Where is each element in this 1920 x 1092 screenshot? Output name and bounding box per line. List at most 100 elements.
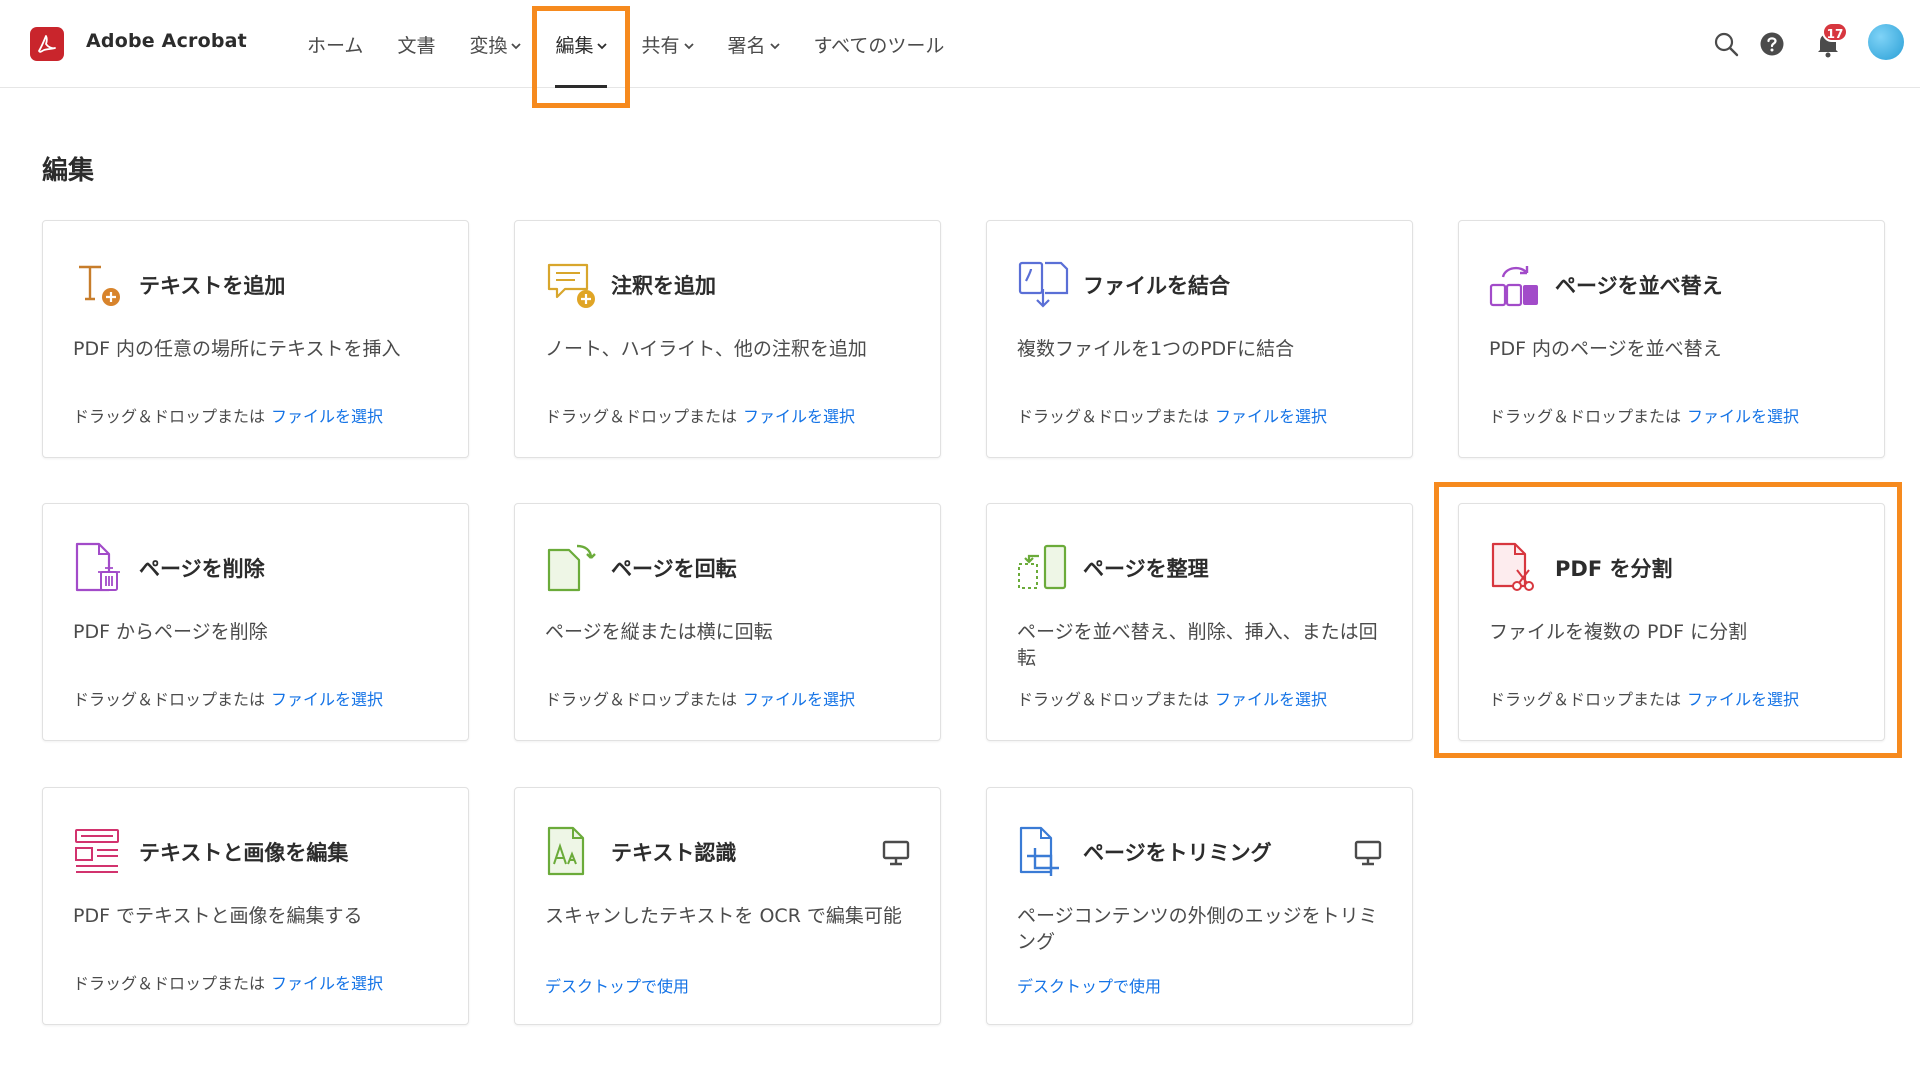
card-description: ファイルを複数の PDF に分割 (1489, 621, 1748, 643)
search-icon[interactable] (1712, 30, 1740, 58)
card-description: 複数ファイルを1つのPDFに結合 (1017, 338, 1295, 360)
drop-text: ドラッグ＆ドロップまたは (73, 407, 266, 426)
card-title: テキスト認識 (611, 841, 737, 865)
tool-card-add-text[interactable]: テキストを追加 PDF 内の任意の場所にテキストを挿入 ドラッグ＆ドロップまたは… (42, 220, 469, 458)
card-dropzone: ドラッグ＆ドロップまたは ファイルを選択 (73, 686, 383, 710)
nav-item-home[interactable]: ホーム (290, 0, 380, 88)
tool-card-combine-files[interactable]: ファイルを結合 複数ファイルを1つのPDFに結合 ドラッグ＆ドロップまたは ファイ… (986, 220, 1413, 458)
acrobat-logo-mark (38, 35, 56, 53)
card-title: ファイルを結合 (1083, 274, 1230, 298)
drop-text: ドラッグ＆ドロップまたは (1489, 690, 1682, 709)
card-title: テキストを追加 (139, 274, 286, 298)
add-comment-icon (545, 259, 597, 311)
tool-card-add-comment[interactable]: 注釈を追加 ノート、ハイライト、他の注釈を追加 ドラッグ＆ドロップまたは ファイル… (514, 220, 941, 458)
card-description: PDF でテキストと画像を編集する (73, 905, 363, 927)
select-file-link[interactable]: ファイルを選択 (743, 690, 855, 709)
card-description: PDF 内の任意の場所にテキストを挿入 (73, 338, 401, 360)
nav-item-label: 編集 (555, 34, 594, 57)
card-dropzone: ドラッグ＆ドロップまたは ファイルを選択 (545, 403, 855, 427)
main-nav: ホーム 文書 変換 編集 共有 署名 すべてのツール (290, 0, 961, 88)
tool-card-split-pdf[interactable]: PDF を分割 ファイルを複数の PDF に分割 ドラッグ＆ドロップまたは ファイ… (1458, 503, 1885, 741)
drop-text: ドラッグ＆ドロップまたは (545, 407, 738, 426)
nav-item-share[interactable]: 共有 (624, 0, 710, 88)
card-description: PDF からページを削除 (73, 621, 268, 643)
select-file-link[interactable]: ファイルを選択 (271, 690, 383, 709)
acrobat-logo-icon[interactable] (30, 27, 64, 61)
tool-card-delete-pages[interactable]: ページを削除 PDF からページを削除 ドラッグ＆ドロップまたは ファイルを選択 (42, 503, 469, 741)
nav-item-label: すべてのツール (813, 34, 945, 57)
top-header: Adobe Acrobat ホーム 文書 変換 編集 共有 署名 すべてのツール… (0, 0, 1920, 88)
nav-item-edit[interactable]: 編集 (538, 0, 624, 88)
card-title: PDF を分割 (1555, 557, 1673, 581)
ocr-icon (545, 826, 597, 878)
card-description: スキャンしたテキストを OCR で編集可能 (545, 905, 902, 927)
card-title: テキストと画像を編集 (139, 841, 349, 865)
nav-item-label: 署名 (727, 34, 766, 57)
use-on-desktop-link[interactable]: デスクトップで使用 (545, 973, 689, 997)
select-file-link[interactable]: ファイルを選択 (743, 407, 855, 426)
tool-card-crop-pages[interactable]: ページをトリミング ページコンテンツの外側のエッジをトリミング デスクトップで使… (986, 787, 1413, 1025)
nav-item-convert[interactable]: 変換 (452, 0, 538, 88)
nav-item-label: ホーム (307, 34, 364, 57)
chevron-down-icon (511, 33, 522, 55)
tool-card-reorder-pages[interactable]: ページを並べ替え PDF 内のページを並べ替え ドラッグ＆ドロップまたは ファイル… (1458, 220, 1885, 458)
reorder-pages-icon (1489, 259, 1541, 311)
nav-item-label: 共有 (641, 34, 680, 57)
card-description: ページを縦または横に回転 (545, 621, 773, 643)
nav-item-label: 変換 (469, 34, 508, 57)
card-title: ページを削除 (139, 557, 265, 581)
add-text-icon (73, 259, 125, 311)
card-description: PDF 内のページを並べ替え (1489, 338, 1722, 360)
tool-card-edit-text-images[interactable]: テキストと画像を編集 PDF でテキストと画像を編集する ドラッグ＆ドロップまた… (42, 787, 469, 1025)
drop-text: ドラッグ＆ドロップまたは (73, 974, 266, 993)
select-file-link[interactable]: ファイルを選択 (1687, 407, 1799, 426)
chevron-down-icon (683, 33, 694, 55)
card-description: ページを並べ替え、削除、挿入、または回転 (1017, 621, 1378, 669)
desktop-monitor-icon (882, 840, 910, 866)
card-dropzone: ドラッグ＆ドロップまたは ファイルを選択 (1017, 686, 1327, 710)
card-title: ページをトリミング (1083, 841, 1272, 865)
card-dropzone: ドラッグ＆ドロップまたは ファイルを選択 (1017, 403, 1327, 427)
nav-item-label: 文書 (397, 34, 436, 57)
drop-text: ドラッグ＆ドロップまたは (1017, 407, 1210, 426)
card-dropzone: ドラッグ＆ドロップまたは ファイルを選択 (73, 403, 383, 427)
drop-text: ドラッグ＆ドロップまたは (1017, 690, 1210, 709)
card-title: 注釈を追加 (611, 274, 716, 298)
organize-pages-icon (1017, 542, 1069, 594)
drop-text: ドラッグ＆ドロップまたは (1489, 407, 1682, 426)
notification-count-badge: 17 (1822, 22, 1848, 42)
split-pdf-icon (1489, 542, 1541, 594)
app-title[interactable]: Adobe Acrobat (86, 30, 247, 52)
chevron-down-icon (597, 33, 608, 55)
nav-item-documents[interactable]: 文書 (380, 0, 452, 88)
nav-item-all-tools[interactable]: すべてのツール (797, 0, 962, 88)
select-file-link[interactable]: ファイルを選択 (1215, 407, 1327, 426)
page-title: 編集 (42, 156, 95, 186)
card-description: ページコンテンツの外側のエッジをトリミング (1017, 905, 1378, 953)
card-title: ページを回転 (611, 557, 737, 581)
select-file-link[interactable]: ファイルを選択 (271, 407, 383, 426)
nav-item-sign[interactable]: 署名 (711, 0, 797, 88)
chevron-down-icon (769, 33, 780, 55)
card-description: ノート、ハイライト、他の注釈を追加 (545, 338, 867, 360)
drop-text: ドラッグ＆ドロップまたは (73, 690, 266, 709)
card-dropzone: ドラッグ＆ドロップまたは ファイルを選択 (73, 970, 383, 994)
select-file-link[interactable]: ファイルを選択 (1215, 690, 1327, 709)
rotate-pages-icon (545, 542, 597, 594)
desktop-monitor-icon (1354, 840, 1382, 866)
card-dropzone: ドラッグ＆ドロップまたは ファイルを選択 (545, 686, 855, 710)
tool-card-organize-pages[interactable]: ページを整理 ページを並べ替え、削除、挿入、または回転 ドラッグ＆ドロップまたは… (986, 503, 1413, 741)
tool-card-rotate-pages[interactable]: ページを回転 ページを縦または横に回転 ドラッグ＆ドロップまたは ファイルを選択 (514, 503, 941, 741)
select-file-link[interactable]: ファイルを選択 (1687, 690, 1799, 709)
crop-pages-icon (1017, 826, 1069, 878)
edit-text-image-icon (73, 826, 125, 878)
card-dropzone: ドラッグ＆ドロップまたは ファイルを選択 (1489, 686, 1799, 710)
card-title: ページを整理 (1083, 557, 1209, 581)
help-icon[interactable] (1758, 30, 1786, 58)
delete-pages-icon (73, 542, 125, 594)
use-on-desktop-link[interactable]: デスクトップで使用 (1017, 973, 1161, 997)
tool-card-ocr[interactable]: テキスト認識 スキャンしたテキストを OCR で編集可能 デスクトップで使用 (514, 787, 941, 1025)
select-file-link[interactable]: ファイルを選択 (271, 974, 383, 993)
card-title: ページを並べ替え (1555, 274, 1723, 298)
avatar[interactable] (1868, 24, 1904, 60)
